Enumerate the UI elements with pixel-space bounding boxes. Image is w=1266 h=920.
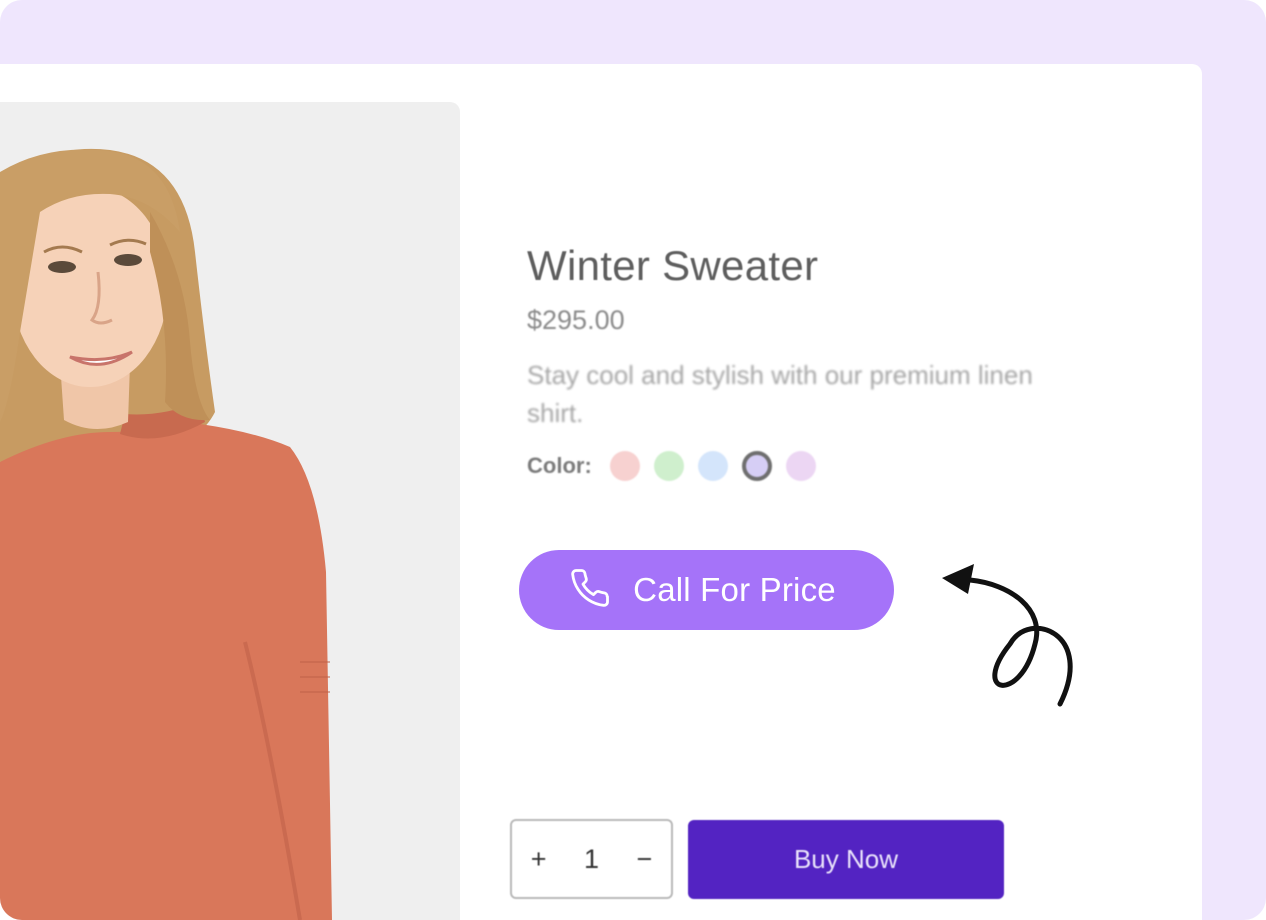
color-swatch-lavender[interactable] <box>741 451 772 481</box>
color-label: Color: <box>527 453 592 478</box>
decrement-button[interactable]: − <box>636 844 652 875</box>
buy-now-button[interactable]: Buy Now <box>688 820 1004 899</box>
color-selector: Color: <box>527 448 816 484</box>
product-card: Winter Sweater $295.00 Stay cool and sty… <box>0 64 1202 920</box>
call-for-price-button[interactable]: Call For Price <box>519 550 894 630</box>
promo-frame: Winter Sweater $295.00 Stay cool and sty… <box>0 0 1266 920</box>
product-title: Winter Sweater <box>527 242 819 289</box>
color-swatch-light-purple[interactable] <box>785 451 816 481</box>
product-image <box>0 102 460 920</box>
color-swatch-blue[interactable] <box>697 451 728 481</box>
product-price: $295.00 <box>527 305 625 335</box>
quantity-value: 1 <box>583 843 600 874</box>
color-swatch-green[interactable] <box>653 451 684 481</box>
color-swatch-pink[interactable] <box>609 451 640 481</box>
buy-now-label: Buy Now <box>793 844 899 874</box>
phone-icon <box>569 567 611 614</box>
increment-button[interactable]: + <box>531 844 547 875</box>
curved-arrow-icon <box>942 564 1073 707</box>
call-for-price-label: Call For Price <box>633 571 836 608</box>
model-photo <box>0 148 332 920</box>
quantity-stepper[interactable]: + 1 − <box>510 819 673 899</box>
product-description: Stay cool and stylish with our premium l… <box>527 360 1033 428</box>
